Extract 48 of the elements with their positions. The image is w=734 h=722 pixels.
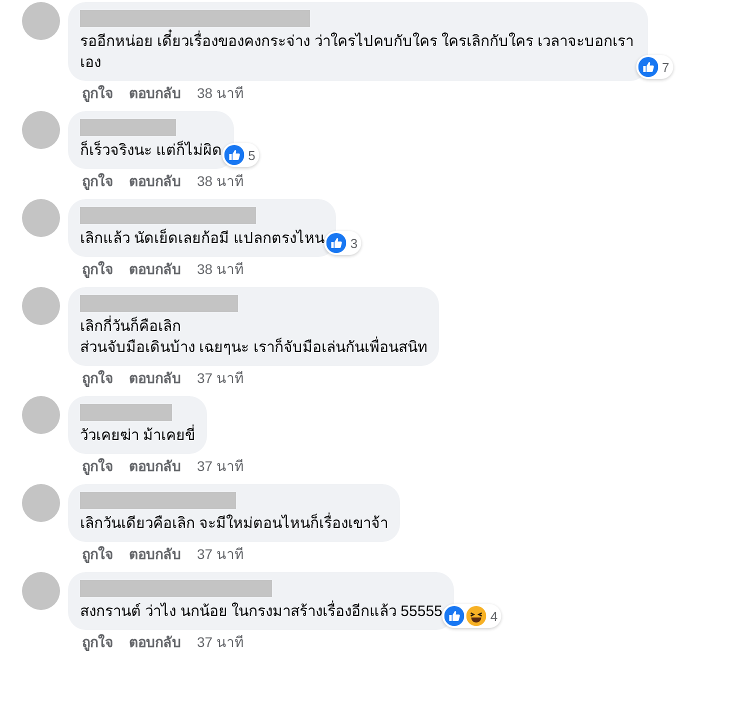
avatar[interactable] — [22, 572, 60, 610]
comment-time[interactable]: 37 นาที — [197, 544, 244, 564]
comment-text: สงกรานต์ ว่าไง นกน้อย ในกรงมาสร้างเรื่องอีกแล้ว 55555 — [80, 601, 442, 622]
thumbs-up-icon — [224, 145, 244, 165]
comment-time[interactable]: 38 นาที — [197, 259, 244, 279]
reply-link[interactable]: ตอบกลับ — [129, 83, 181, 103]
like-link[interactable]: ถูกใจ — [82, 83, 113, 103]
reaction-count: 5 — [247, 148, 256, 162]
reply-link[interactable]: ตอบกลับ — [129, 632, 181, 652]
reaction-count: 4 — [489, 608, 498, 624]
comment-text: เลิกแล้ว นัดเย็ดเลยก้อมี แปลกตรงไหน — [80, 228, 324, 249]
comment-text: รออีกหน่อย เดี๋ยวเรื่องของคงกระจ่าง ว่าใครไปคบกับใคร ใครเลิกกับใคร เวลาจะบอกเราเอง — [80, 31, 636, 73]
like-link[interactable]: ถูกใจ — [82, 632, 113, 652]
avatar[interactable] — [22, 2, 60, 40]
reply-link[interactable]: ตอบกลับ — [129, 368, 181, 388]
avatar[interactable] — [22, 287, 60, 325]
comment-text: ก็เร็วจริงนะ แต่ก็ไม่ผิด — [80, 140, 222, 161]
comment-time[interactable]: 37 นาที — [197, 368, 244, 388]
like-link[interactable]: ถูกใจ — [82, 171, 113, 191]
avatar[interactable] — [22, 111, 60, 149]
like-link[interactable]: ถูกใจ — [82, 456, 113, 476]
reaction-badge[interactable]: 7 — [636, 55, 674, 79]
comment-text: เลิกวันเดียวคือเลิก จะมีใหม่ตอนไหนก็เรื่องเขาจ้า — [80, 513, 388, 534]
like-link[interactable]: ถูกใจ — [82, 368, 113, 388]
avatar[interactable] — [22, 199, 60, 237]
comment-time[interactable]: 38 นาที — [197, 171, 244, 191]
reply-link[interactable]: ตอบกลับ — [129, 456, 181, 476]
reaction-badge[interactable]: 4 — [442, 604, 502, 628]
reply-link[interactable]: ตอบกลับ — [129, 544, 181, 564]
like-link[interactable]: ถูกใจ — [82, 259, 113, 279]
comment-time[interactable]: 37 นาที — [197, 632, 244, 652]
comment-time[interactable]: 38 นาที — [197, 83, 244, 103]
thumbs-up-icon — [444, 606, 464, 626]
reply-link[interactable]: ตอบกลับ — [129, 171, 181, 191]
laughing-face-icon — [466, 606, 486, 626]
like-link[interactable]: ถูกใจ — [82, 544, 113, 564]
reaction-badge[interactable]: 3 — [324, 231, 362, 255]
comment-text: เลิกกี่วันก็คือเลิก ส่วนจับมือเดินบ้าง เฉยๆนะ เราก็จับมือเล่นกันเพื่อนสนิท — [80, 316, 428, 358]
reaction-count: 3 — [349, 236, 358, 250]
avatar[interactable] — [22, 396, 60, 434]
thumbs-up-icon — [638, 57, 658, 77]
comment-time[interactable]: 37 นาที — [197, 456, 244, 476]
reply-link[interactable]: ตอบกลับ — [129, 259, 181, 279]
comment-text: วัวเคยฆ่า ม้าเคยขี่ — [80, 425, 196, 446]
thumbs-up-icon — [326, 233, 346, 253]
reaction-count: 7 — [661, 60, 670, 74]
avatar[interactable] — [22, 484, 60, 522]
reaction-badge[interactable]: 5 — [222, 143, 260, 167]
